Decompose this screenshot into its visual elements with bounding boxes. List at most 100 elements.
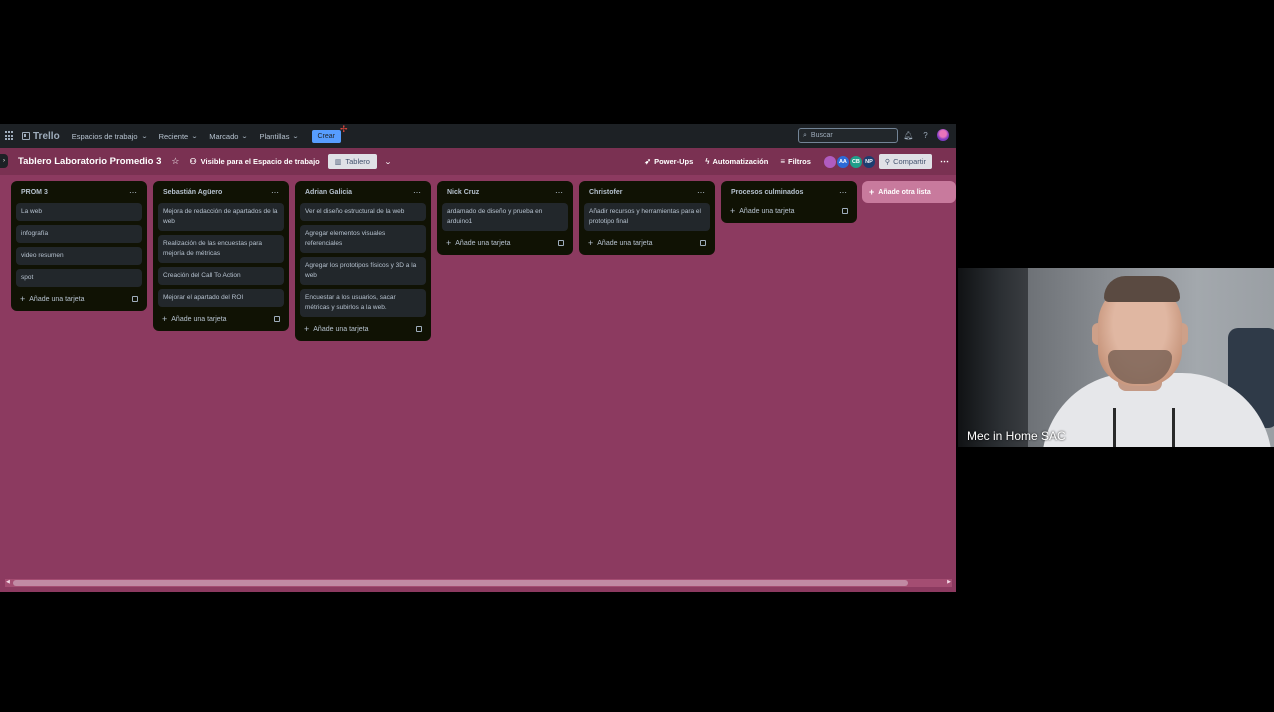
rocket-icon: ➶ <box>644 157 652 166</box>
filter-icon: ≡ <box>780 157 785 166</box>
card[interactable]: Realización de las encuestas para mejorí… <box>158 235 284 263</box>
automation-button[interactable]: ϟ Automatización <box>705 157 768 166</box>
search-input[interactable]: ⌕ Buscar <box>798 128 898 143</box>
card[interactable]: Agregar elementos visuales referenciales <box>300 225 426 253</box>
member-avatar[interactable]: NP <box>862 155 875 168</box>
filters-button[interactable]: ≡ Filtros <box>780 157 811 166</box>
card-template-icon[interactable] <box>558 240 564 246</box>
chevron-down-icon: ⌄ <box>292 133 300 140</box>
board-list[interactable]: Christofer ⋯ Añadir recursos y herramienta… <box>579 181 715 255</box>
help-icon[interactable]: ? <box>920 130 931 141</box>
card[interactable]: spot <box>16 269 142 287</box>
sidebar-expand-icon[interactable]: › <box>0 154 8 168</box>
card[interactable]: Agregar los prototipos físicos y 3D a la… <box>300 257 426 285</box>
board-list[interactable]: Sebastián Agüero ⋯ Mejora de redacción de … <box>153 181 289 331</box>
card[interactable]: Ver el diseño estructural de la web <box>300 203 426 221</box>
list-menu-icon[interactable]: ⋯ <box>839 188 847 197</box>
card[interactable]: Creación del Call To Action <box>158 267 284 285</box>
list-header[interactable]: Christofer ⋯ <box>584 185 710 199</box>
chevron-down-icon[interactable]: ⌄ <box>384 158 392 166</box>
nav-templates[interactable]: Plantillas ⌄ <box>259 131 300 141</box>
trello-logo[interactable]: Trello <box>22 131 60 142</box>
list-menu-icon[interactable]: ⋯ <box>555 188 563 197</box>
list-header[interactable]: Procesos culminados ⋯ <box>726 185 852 199</box>
nav-workspaces[interactable]: Espacios de trabajo ⌄ <box>72 132 148 141</box>
card-template-icon[interactable] <box>842 208 848 214</box>
add-card-button[interactable]: + Añade una tarjeta <box>584 235 710 251</box>
board-list[interactable]: Nick Cruz ⋯ ardamado de diseño y prueba en… <box>437 181 573 255</box>
list-menu-icon[interactable]: ⋯ <box>413 188 421 197</box>
board-lists: PROM 3 ⋯ La web infografía video resumen spot… <box>0 175 956 579</box>
list-title[interactable]: Sebastián Agüero <box>163 189 222 196</box>
add-card-label-wrap: + Añade una tarjeta <box>588 238 653 248</box>
automation-label: Automatización <box>712 157 769 166</box>
plus-icon: + <box>304 324 310 334</box>
card[interactable]: infografía <box>16 225 142 243</box>
more-options-icon[interactable]: ⋯ <box>940 156 949 167</box>
member-avatar[interactable]: AA <box>836 155 849 168</box>
card-template-icon[interactable] <box>700 240 706 246</box>
list-header[interactable]: PROM 3 ⋯ <box>16 185 142 199</box>
horizontal-scrollbar[interactable]: ◀ ▶ <box>5 579 952 587</box>
list-title[interactable]: Adrian Galicia <box>305 189 352 196</box>
card[interactable]: Añadir recursos y herramientas para el p… <box>584 203 710 231</box>
card-template-icon[interactable] <box>274 316 280 322</box>
star-icon[interactable]: ☆ <box>171 156 179 167</box>
card[interactable]: Encuestar a los usuarios, sacar métricas… <box>300 289 426 317</box>
scrollbar-thumb[interactable] <box>13 580 908 586</box>
plus-icon: + <box>162 314 168 324</box>
visibility-button[interactable]: ⚇ Visible para el Espacio de trabajo <box>189 157 319 166</box>
scroll-right-icon[interactable]: ▶ <box>947 579 951 585</box>
member-avatar[interactable]: CB <box>849 155 862 168</box>
list-title[interactable]: PROM 3 <box>21 189 48 196</box>
add-card-label: Añade una tarjeta <box>597 239 653 247</box>
add-card-label-wrap: + Añade una tarjeta <box>304 324 369 334</box>
list-header[interactable]: Nick Cruz ⋯ <box>442 185 568 199</box>
board-list[interactable]: Adrian Galicia ⋯ Ver el diseño estructural… <box>295 181 431 341</box>
list-menu-icon[interactable]: ⋯ <box>129 188 137 197</box>
card[interactable]: Mejorar el apartado del ROI <box>158 289 284 307</box>
add-card-label: Añade una tarjeta <box>455 239 511 247</box>
list-title[interactable]: Nick Cruz <box>447 189 479 196</box>
card[interactable]: La web <box>16 203 142 221</box>
add-card-button[interactable]: + Añade una tarjeta <box>158 311 284 327</box>
nav-templates-label: Plantillas <box>259 131 290 141</box>
powerups-label: Power-Ups <box>654 157 694 166</box>
share-button[interactable]: ⚲ Compartir <box>878 154 932 169</box>
list-header[interactable]: Adrian Galicia ⋯ <box>300 185 426 199</box>
add-card-button[interactable]: + Añade una tarjeta <box>442 235 568 251</box>
add-card-label: Añade una tarjeta <box>29 295 85 303</box>
powerups-button[interactable]: ➶ Power-Ups <box>644 157 693 166</box>
notifications-icon[interactable]: 🔔︎ <box>903 130 914 141</box>
card[interactable]: Mejora de redacción de apartados de la w… <box>158 203 284 231</box>
list-title[interactable]: Christofer <box>589 189 622 196</box>
plus-icon: + <box>869 187 875 197</box>
account-avatar[interactable] <box>937 129 949 141</box>
create-button[interactable]: Crear <box>311 129 342 143</box>
add-card-button[interactable]: + Añade una tarjeta <box>300 321 426 337</box>
list-title[interactable]: Procesos culminados <box>731 189 803 196</box>
add-card-button[interactable]: + Añade una tarjeta <box>16 291 142 307</box>
card[interactable]: ardamado de diseño y prueba en arduino1 <box>442 203 568 231</box>
scroll-left-icon[interactable]: ◀ <box>6 579 10 585</box>
board-list[interactable]: PROM 3 ⋯ La web infografía video resumen spot… <box>11 181 147 311</box>
card-template-icon[interactable] <box>132 296 138 302</box>
nav-starred[interactable]: Marcado ⌄ <box>209 132 248 141</box>
list-menu-icon[interactable]: ⋯ <box>697 188 705 197</box>
app-switcher-icon[interactable] <box>5 131 15 141</box>
add-list-button[interactable]: + Añade otra lista <box>862 181 956 203</box>
card[interactable]: video resumen <box>16 247 142 265</box>
nav-recent[interactable]: Reciente ⌄ <box>159 132 199 141</box>
add-card-label: Añade una tarjeta <box>171 315 227 323</box>
board-title[interactable]: Tablero Laboratorio Promedio 3 <box>18 156 161 167</box>
member-avatar[interactable] <box>823 155 836 168</box>
board-list[interactable]: Procesos culminados ⋯ + Añade una tarjeta <box>721 181 857 223</box>
board-view-button[interactable]: ▥ Tablero <box>327 154 377 169</box>
meeting-stage: Trello Espacios de trabajo ⌄ Reciente ⌄ Ma… <box>0 0 1274 712</box>
shared-screen: Trello Espacios de trabajo ⌄ Reciente ⌄ Ma… <box>0 124 956 592</box>
participant-video-tile[interactable]: Mec in Home SAC <box>958 268 1274 447</box>
list-header[interactable]: Sebastián Agüero ⋯ <box>158 185 284 199</box>
list-menu-icon[interactable]: ⋯ <box>271 188 279 197</box>
card-template-icon[interactable] <box>416 326 422 332</box>
add-card-button[interactable]: + Añade una tarjeta <box>726 203 852 219</box>
